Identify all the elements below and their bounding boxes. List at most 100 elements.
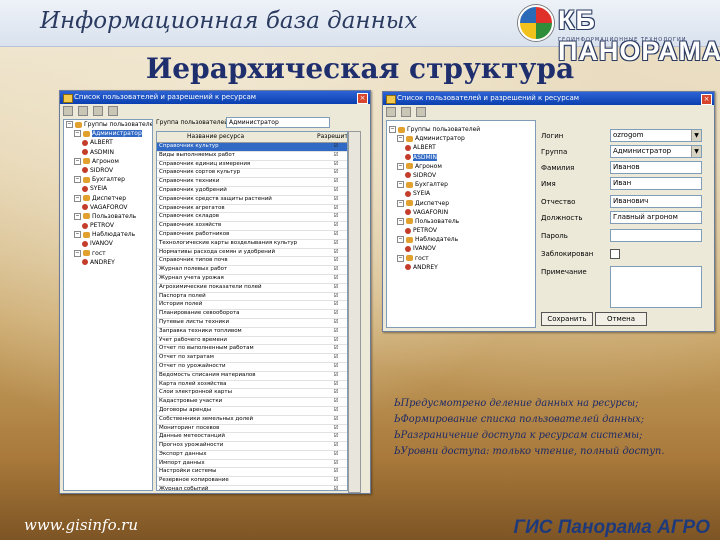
allow-checkbox[interactable]: ☑ [325,354,347,362]
table-row[interactable]: Учет рабочего времени ☑ [157,337,347,346]
allow-checkbox[interactable]: ☑ [325,477,347,485]
table-row[interactable]: Планирование севооборота ☑ [157,310,347,319]
table-row[interactable]: Справочник хозяйств ☑ [157,222,347,231]
chevron-down-icon[interactable]: ▼ [691,130,701,141]
allow-checkbox[interactable]: ☑ [325,152,347,160]
tree-item-group[interactable]: − Группы пользователей [64,120,152,129]
tree-item-group[interactable]: − Агроном [64,157,152,166]
allow-checkbox[interactable]: ☑ [325,222,347,230]
allow-checkbox[interactable]: ☑ [325,310,347,318]
password-input[interactable] [610,229,702,242]
expand-icon[interactable]: − [397,217,404,225]
tree-item-group[interactable]: − Диспетчер [64,194,152,203]
allow-checkbox[interactable]: ☑ [325,187,347,195]
expand-icon[interactable]: − [397,162,404,170]
allow-checkbox[interactable]: ☑ [325,196,347,204]
tree-item-group[interactable]: − Администратор [387,134,535,143]
allow-checkbox[interactable]: ☑ [325,266,347,274]
group-field[interactable]: Администратор [226,117,330,128]
expand-icon[interactable]: − [74,176,81,184]
tree-item-user[interactable]: ALBERT [387,143,535,152]
table-row[interactable]: Справочник агрегатов ☑ [157,205,347,214]
allow-checkbox[interactable]: ☑ [325,337,347,345]
table-row[interactable]: Отчет по урожайности ☑ [157,363,347,372]
table-row[interactable]: История полей ☑ [157,301,347,311]
table-row[interactable]: Журнал полевых работ ☑ [157,266,347,275]
group-select[interactable]: Администратор ▼ [610,145,702,158]
table-row[interactable]: Ведомость списания материалов ☑ [157,372,347,381]
table-row[interactable]: Агрохимические показатели полей ☑ [157,284,347,293]
allow-checkbox[interactable]: ☑ [325,178,347,186]
tree-item-group[interactable]: − Группы пользователей [387,125,535,134]
table-row[interactable]: Кадастровые участки ☑ [157,398,347,407]
allow-checkbox[interactable]: ☑ [325,328,347,336]
expand-icon[interactable]: − [74,157,81,165]
tree-item-group[interactable]: − Диспетчер [387,199,535,208]
tree-item-group[interactable]: − Администратор [64,129,152,138]
allow-checkbox[interactable]: ☑ [325,275,347,283]
table-row[interactable]: Заправка техники топливом ☑ [157,328,347,337]
tree-item-group[interactable]: − Агроном [387,162,535,171]
table-row[interactable]: Справочник работников ☑ [157,231,347,240]
table-row[interactable]: Справочник удобрений ☑ [157,187,347,196]
close-icon[interactable]: × [357,93,368,104]
table-row[interactable]: Экспорт данных ☑ [157,451,347,460]
expand-icon[interactable]: − [397,135,404,143]
expand-icon[interactable]: − [66,121,73,128]
refresh-icon[interactable] [108,105,118,116]
grid-scrollbar[interactable] [348,131,361,493]
tree-item-user[interactable]: SIDROV [64,166,152,175]
login-select[interactable]: ozrogom ▼ [610,129,702,142]
tree-item-user[interactable]: ASDMIN [64,148,152,157]
position-input[interactable]: Главный агроном [610,211,702,224]
table-row[interactable]: Нормативы расхода семян и удобрений ☑ [157,249,347,258]
allow-checkbox[interactable]: ☑ [325,213,347,221]
save-button[interactable]: Сохранить [541,312,593,326]
chevron-down-icon[interactable]: ▼ [691,146,701,157]
expand-icon[interactable]: − [74,130,81,138]
allow-checkbox[interactable]: ☑ [325,389,347,397]
expand-icon[interactable]: − [74,249,81,257]
allow-checkbox[interactable]: ☑ [325,284,347,292]
allow-checkbox[interactable]: ☑ [325,442,347,450]
tree-item-group[interactable]: − гост [387,254,535,263]
table-row[interactable]: Настройки системы ☑ [157,468,347,478]
table-row[interactable]: Мониторинг посевов ☑ [157,425,347,434]
expand-icon[interactable]: − [397,254,404,262]
allow-checkbox[interactable]: ☑ [325,486,347,490]
table-row[interactable]: Путевые листы техники ☑ [157,319,347,328]
patronymic-input[interactable]: Иванович [610,195,702,208]
allow-checkbox[interactable]: ☑ [325,372,347,380]
firstname-input[interactable]: Иван [610,177,702,190]
lastname-input[interactable]: Иванов [610,161,702,174]
allow-checkbox[interactable]: ☑ [325,205,347,213]
tree-item-group[interactable]: − Пользователь [64,212,152,221]
tree-item-user[interactable]: ANDREY [64,258,152,267]
allow-checkbox[interactable]: ☑ [325,407,347,415]
table-row[interactable]: Паспорта полей ☑ [157,293,347,302]
table-row[interactable]: Виды выполняемых работ ☑ [157,152,347,161]
tree-item-user[interactable]: VAGAFORIN [387,208,535,217]
allow-checkbox[interactable]: ☑ [325,398,347,406]
tree-item-user[interactable]: SIDROV [387,171,535,180]
allow-checkbox[interactable]: ☑ [325,433,347,441]
tree-item-user[interactable]: SYEIA [64,184,152,193]
table-row[interactable]: Собственники земельных долей ☑ [157,416,347,425]
tree-item-user[interactable]: PETROV [64,221,152,230]
table-row[interactable]: Технологические карты возделывания культ… [157,240,347,249]
table-row[interactable]: Справочник складов ☑ [157,213,347,223]
table-row[interactable]: Отчет по выполненным работам ☑ [157,345,347,355]
expand-icon[interactable]: − [74,231,81,239]
tree-item-user[interactable]: VAGAFOROV [64,203,152,212]
table-row[interactable]: Прогноз урожайности ☑ [157,442,347,451]
allow-checkbox[interactable]: ☑ [325,257,347,265]
tree-item-group[interactable]: − гост [64,249,152,258]
tree-item-group[interactable]: − Бухгалтер [64,175,152,184]
table-row[interactable]: Карта полей хозяйства ☑ [157,381,347,390]
tree-item-user[interactable]: ASDMIN [387,153,535,162]
table-row[interactable]: Справочник типов почв ☑ [157,257,347,267]
table-row[interactable]: Резервное копирование ☑ [157,477,347,487]
table-row[interactable]: Журнал событий ☑ [157,486,347,490]
tree-item-group[interactable]: − Бухгалтер [387,180,535,189]
right-window-titlebar[interactable]: Список пользователей и разрешений к ресу… [383,92,714,105]
